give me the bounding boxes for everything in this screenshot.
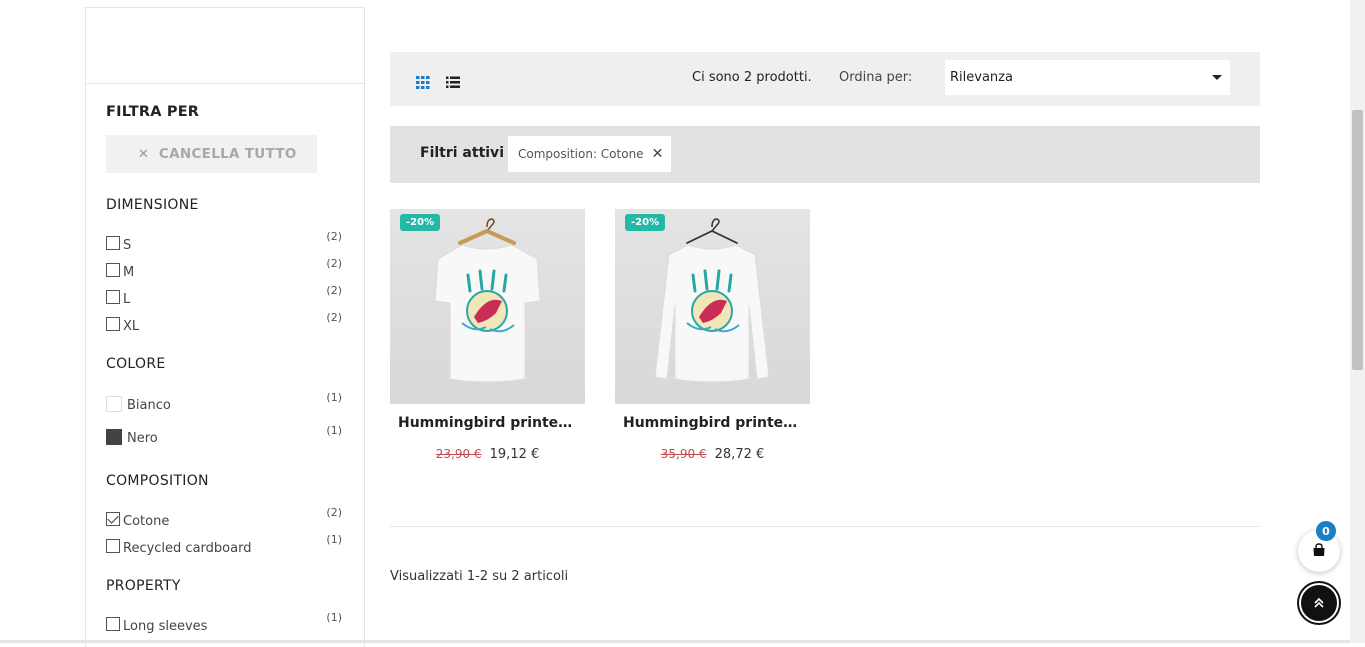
- facet-item-label: XL: [123, 318, 140, 334]
- color-swatch-white[interactable]: [106, 396, 122, 412]
- product-image[interactable]: -20%: [615, 209, 810, 404]
- facet-title-dimensione: DIMENSIONE: [106, 197, 199, 213]
- new-price: 28,72 €: [714, 447, 765, 462]
- product-prices: 35,90 € 28,72 €: [615, 443, 810, 462]
- facet-item-label: Recycled cardboard: [123, 540, 252, 556]
- product-name[interactable]: Hummingbird printed t-...: [390, 415, 585, 431]
- clear-all-button[interactable]: ✕ CANCELLA TUTTO: [106, 135, 317, 173]
- caret-down-icon: [1212, 75, 1222, 80]
- clear-all-label: CANCELLA TUTTO: [158, 146, 297, 162]
- old-price: 35,90 €: [660, 447, 707, 461]
- facet-item-color-bianco[interactable]: Bianco (1): [106, 391, 342, 413]
- facet-item-count: (1): [326, 611, 342, 624]
- facet-item-label: Bianco: [127, 398, 171, 413]
- facet-item-recycled-cardboard[interactable]: Recycled cardboard (1): [106, 533, 342, 556]
- product-count: Ci sono 2 prodotti.: [692, 70, 812, 85]
- remove-filter-icon[interactable]: ✕: [652, 146, 664, 162]
- active-filter-chip[interactable]: Composition: Cotone ✕: [508, 136, 672, 172]
- checkbox[interactable]: [106, 290, 120, 304]
- facet-item-cotone[interactable]: Cotone (2): [106, 506, 342, 529]
- old-price: 23,90 €: [435, 447, 482, 461]
- list-view-icon[interactable]: [446, 74, 460, 93]
- divider: [390, 526, 1260, 527]
- active-filters-title: Filtri attivi: [420, 145, 504, 161]
- facet-item-label: M: [123, 264, 135, 280]
- product-card[interactable]: -20% Hummingbird printed... 35,90 € 28,7…: [615, 209, 810, 462]
- active-filters-bar: Filtri attivi Composition: Cotone ✕: [390, 126, 1260, 183]
- checkbox[interactable]: [106, 539, 120, 553]
- product-name[interactable]: Hummingbird printed...: [615, 415, 810, 431]
- checkbox[interactable]: [106, 263, 120, 277]
- checkbox[interactable]: [106, 617, 120, 631]
- discount-badge: -20%: [400, 214, 441, 231]
- facet-item-label: Cotone: [123, 513, 170, 529]
- product-prices: 23,90 € 19,12 €: [390, 443, 585, 462]
- facet-item-size-m[interactable]: M (2): [106, 257, 342, 280]
- sort-value: Rilevanza: [950, 70, 1013, 85]
- checkbox-checked[interactable]: [106, 512, 120, 526]
- facet-item-size-s[interactable]: S (2): [106, 230, 342, 253]
- tshirt-image: [390, 209, 585, 404]
- facet-item-size-l[interactable]: L (2): [106, 284, 342, 307]
- facet-item-count: (1): [326, 424, 342, 437]
- facet-title-property: PROPERTY: [106, 578, 181, 594]
- facet-item-size-xl[interactable]: XL (2): [106, 311, 342, 334]
- product-card[interactable]: -20% Hummingbird printed t-... 23,90 € 1…: [390, 209, 585, 462]
- facet-item-count: (1): [326, 391, 342, 404]
- shopping-bag-icon: [1312, 542, 1326, 561]
- facet-item-count: (1): [326, 533, 342, 546]
- facet-item-label: Long sleeves: [123, 618, 208, 634]
- products-toolbar: Ci sono 2 prodotti. Ordina per: Rilevanz…: [390, 52, 1260, 106]
- facet-item-label: Nero: [127, 431, 158, 446]
- facet-item-count: (2): [326, 257, 342, 270]
- facet-item-count: (2): [326, 284, 342, 297]
- facet-item-label: S: [123, 237, 132, 253]
- filters-sidebar: FILTRA PER ✕ CANCELLA TUTTO DIMENSIONE S…: [85, 7, 365, 647]
- checkbox[interactable]: [106, 236, 120, 250]
- sort-select[interactable]: Rilevanza: [945, 60, 1230, 95]
- facet-item-label: L: [123, 291, 131, 307]
- facet-item-long-sleeves[interactable]: Long sleeves (1): [106, 611, 342, 634]
- cart-count-badge: 0: [1316, 521, 1336, 541]
- discount-badge: -20%: [625, 214, 666, 231]
- grid-view-icon[interactable]: [416, 74, 430, 93]
- close-icon: ✕: [138, 146, 149, 162]
- scrollbar-thumb[interactable]: [1352, 110, 1363, 370]
- active-filter-label: Composition: Cotone: [518, 147, 644, 161]
- checkbox[interactable]: [106, 317, 120, 331]
- facet-item-count: (2): [326, 506, 342, 519]
- sidebar-header-area: [86, 8, 364, 84]
- facet-item-color-nero[interactable]: Nero (1): [106, 424, 342, 446]
- filter-title: FILTRA PER: [106, 104, 200, 120]
- facet-item-count: (2): [326, 311, 342, 324]
- facet-item-count: (2): [326, 230, 342, 243]
- new-price: 19,12 €: [489, 447, 540, 462]
- scroll-to-top-button[interactable]: [1299, 583, 1339, 623]
- color-swatch-black[interactable]: [106, 429, 122, 445]
- product-image[interactable]: -20%: [390, 209, 585, 404]
- facet-title-composition: COMPOSITION: [106, 473, 209, 489]
- pagination-summary: Visualizzati 1-2 su 2 articoli: [390, 569, 569, 584]
- sweater-image: [615, 209, 810, 404]
- double-chevron-up-icon: [1313, 594, 1325, 613]
- sort-label: Ordina per:: [839, 70, 913, 85]
- facet-title-colore: COLORE: [106, 356, 166, 372]
